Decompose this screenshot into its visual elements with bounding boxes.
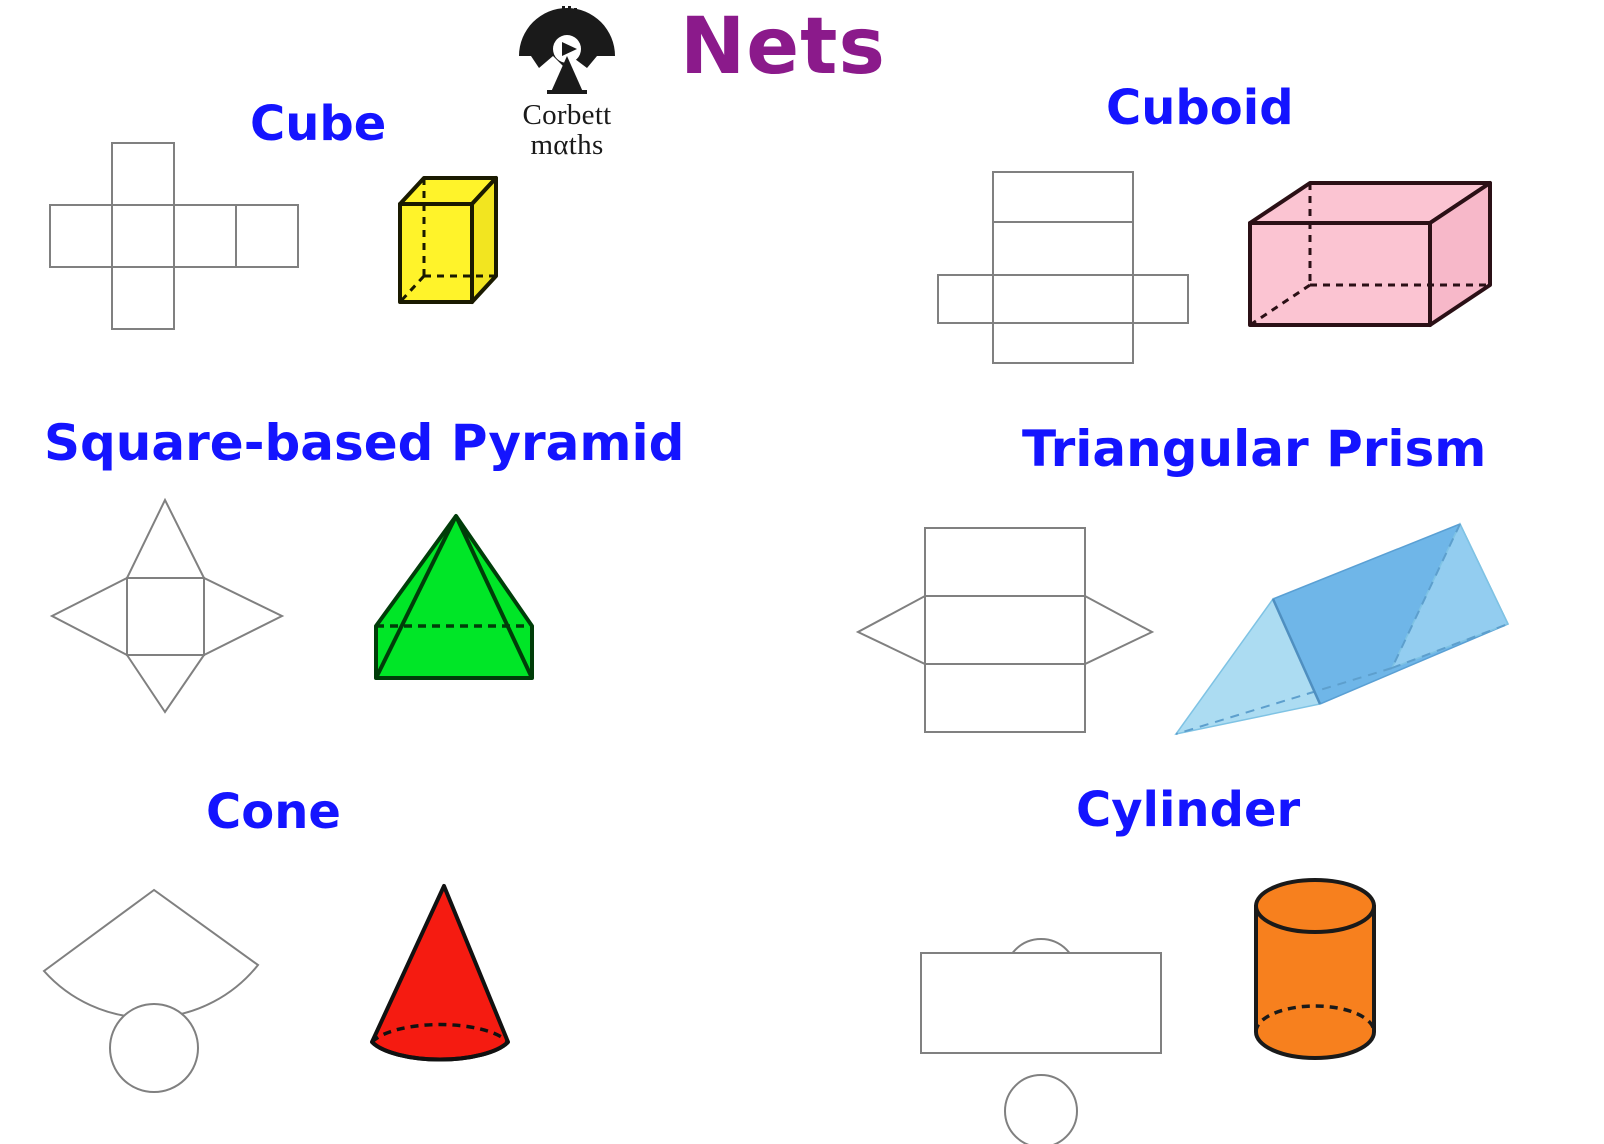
- square-based-pyramid-solid-diagram: [352, 500, 552, 690]
- square-based-pyramid-net-diagram: [49, 490, 290, 720]
- triangular-prism-net-diagram: [828, 520, 1158, 750]
- cone-solid-diagram: [340, 856, 540, 1062]
- cuboid-solid-diagram: [1232, 165, 1494, 340]
- logo-line-2: mαths: [530, 129, 604, 161]
- cuboid-net-diagram: [900, 160, 1210, 370]
- shape-label-cylinder: Cylinder: [1076, 782, 1301, 838]
- corbettmaths-logo: Corbett mαths: [497, 4, 637, 160]
- cube-net-diagram: [36, 140, 316, 340]
- logo-line-1: Corbett: [522, 99, 612, 131]
- page-title: Nets: [680, 2, 886, 92]
- corbettmaths-logo-mark: [519, 6, 615, 94]
- cube-solid-diagram: [380, 160, 510, 320]
- cylinder-solid-diagram: [1240, 878, 1390, 1065]
- shape-label-triangular-prism: Triangular Prism: [1022, 420, 1487, 478]
- nets-poster: Corbett mαths Nets Cube Cuboid Square-ba…: [0, 0, 1604, 1144]
- cylinder-net-diagram: [880, 855, 1170, 1144]
- cone-net-diagram: [36, 855, 286, 1105]
- shape-label-square-based-pyramid: Square-based Pyramid: [44, 414, 685, 472]
- triangular-prism-solid-diagram: [1140, 508, 1540, 748]
- shape-label-cone: Cone: [206, 784, 341, 840]
- shape-label-cuboid: Cuboid: [1106, 80, 1294, 136]
